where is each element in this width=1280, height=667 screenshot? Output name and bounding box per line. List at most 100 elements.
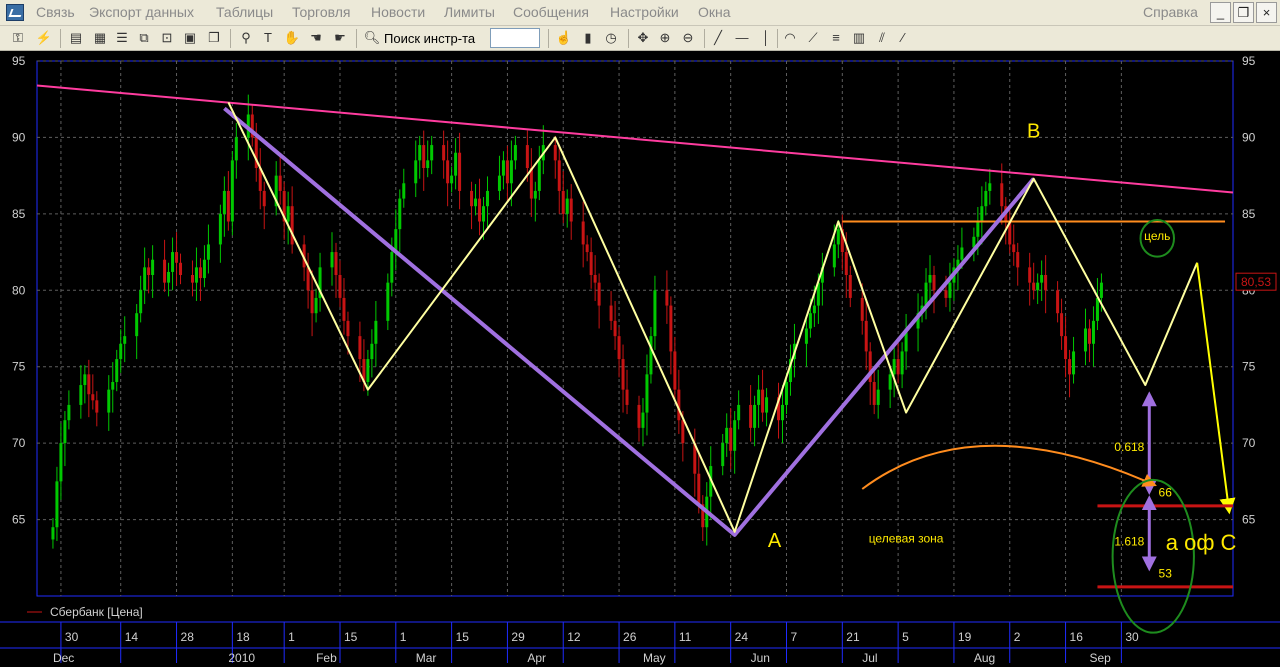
candle-down <box>1028 267 1032 283</box>
candle-down <box>342 297 346 321</box>
candle-down <box>597 282 601 306</box>
menu-item-help[interactable]: Справка <box>1143 4 1198 20</box>
close-button[interactable]: × <box>1256 2 1277 23</box>
grid-tool-icon[interactable]: ▥ <box>849 28 869 48</box>
fan-tool-icon[interactable]: ⟋ <box>803 28 823 48</box>
minimize-button[interactable]: _ <box>1210 2 1231 23</box>
candle-down <box>625 389 629 405</box>
toolbar-separator <box>548 29 549 48</box>
pin-icon[interactable]: ⚲ <box>236 28 256 48</box>
y-tick-label-left: 85 <box>12 207 26 221</box>
vline-tool-icon[interactable]: │ <box>756 28 776 48</box>
candle-down <box>470 190 474 207</box>
hand-pan-icon[interactable]: ☝ <box>554 28 574 48</box>
time-axis-day-label: 1 <box>400 630 407 644</box>
candle-up <box>366 359 370 382</box>
candle-down <box>581 221 585 245</box>
candle-up <box>832 244 836 268</box>
window-tile-icon[interactable]: ▣ <box>180 28 200 48</box>
candle-up <box>836 229 840 245</box>
clock-icon[interactable]: ◷ <box>601 28 621 48</box>
y-tick-label-left: 70 <box>12 436 26 450</box>
zoom-in-icon[interactable]: ⊕ <box>655 28 675 48</box>
line-tool-icon[interactable]: ╱ <box>708 28 728 48</box>
hline-tool-icon[interactable]: — <box>732 28 752 48</box>
chart-annotation: целевая зона <box>869 532 944 546</box>
candle-up <box>230 160 234 222</box>
candle-down <box>609 305 613 321</box>
line-tool-icon[interactable]: ⁄ <box>893 28 913 48</box>
channel-tool-icon[interactable]: ⫽ <box>872 28 892 48</box>
hand-icon[interactable]: ✋ <box>282 28 302 48</box>
candle-down <box>673 351 677 390</box>
search-input[interactable] <box>490 28 540 48</box>
candle-up <box>812 305 816 314</box>
layers-icon[interactable]: ⧉ <box>134 28 154 48</box>
y-tick-label-right: 70 <box>1242 436 1256 450</box>
candle-up <box>79 385 83 405</box>
text-tool-icon[interactable]: T <box>258 28 278 48</box>
menu-item-limits[interactable]: Лимиты <box>444 4 495 20</box>
y-tick-label-left: 75 <box>12 360 26 374</box>
candle-up <box>139 290 143 314</box>
menu-item-windows[interactable]: Окна <box>698 4 731 20</box>
arc-tool-icon[interactable]: ◠ <box>780 28 800 48</box>
candle-up <box>960 247 964 260</box>
candle-down <box>1056 290 1060 314</box>
candle-up <box>1040 275 1044 283</box>
candle-down <box>290 206 294 245</box>
hand-two-icon[interactable]: ☚ <box>306 28 326 48</box>
candle-up <box>55 481 59 528</box>
zoom-out-icon[interactable]: ⊖ <box>678 28 698 48</box>
search-label[interactable]: Поиск инстр-та <box>384 31 475 46</box>
unplug-icon[interactable]: ⚡ <box>34 28 54 48</box>
chart-edit-icon[interactable]: ▦ <box>90 28 110 48</box>
candle-up <box>784 382 788 405</box>
candle-down <box>91 394 95 401</box>
candle-down <box>198 267 202 279</box>
y-tick-label-left: 90 <box>12 130 26 144</box>
candle-down <box>593 275 597 283</box>
layers-icon[interactable]: ❐ <box>204 28 224 48</box>
menu-item-tables[interactable]: Таблицы <box>216 4 273 20</box>
chart-annotation: B <box>1027 120 1040 142</box>
zoom-window-icon[interactable]: ⊡ <box>157 28 177 48</box>
candle-up <box>988 183 992 191</box>
candle-down <box>1060 313 1064 337</box>
hand-three-icon[interactable]: ☛ <box>330 28 350 48</box>
candle-up <box>330 252 334 268</box>
bar-chart-icon[interactable]: ▮ <box>578 28 598 48</box>
time-axis-day-label: 26 <box>623 630 637 644</box>
candle-down <box>860 297 864 321</box>
candle-down <box>175 252 179 263</box>
search-icon[interactable]: 🔍︎ <box>362 28 382 48</box>
app-icon[interactable] <box>6 4 24 21</box>
candle-up <box>450 175 454 184</box>
candle-up <box>804 328 808 344</box>
table-icon[interactable]: ☰ <box>112 28 132 48</box>
time-axis-month-label: Jun <box>751 651 770 665</box>
candle-down <box>1016 252 1020 268</box>
fibo-tool-icon[interactable]: ≡ <box>826 28 846 48</box>
candle-up <box>1036 282 1040 291</box>
candle-up <box>218 213 222 245</box>
key-icon[interactable]: ⚿ <box>8 28 28 48</box>
candle-down <box>478 198 482 222</box>
time-axis-month-label: Mar <box>416 651 437 665</box>
menu-item-trading[interactable]: Торговля <box>292 4 350 20</box>
menu-item-messages[interactable]: Сообщения <box>513 4 589 20</box>
time-axis-day-label: 7 <box>790 630 797 644</box>
candle-up <box>976 221 980 237</box>
toolbar-separator <box>230 29 231 48</box>
menu-item-news[interactable]: Новости <box>371 4 425 20</box>
menu-item-settings[interactable]: Настройки <box>610 4 679 20</box>
price-chart[interactable]: 6565707075758080858590909595301428181151… <box>0 51 1280 667</box>
restore-button[interactable]: ❐ <box>1233 2 1254 23</box>
menu-item-connection[interactable]: Связь <box>36 4 75 20</box>
time-axis-day-label: 28 <box>181 630 195 644</box>
chart-window-icon[interactable]: ▤ <box>66 28 86 48</box>
menu-item-export[interactable]: Экспорт данных <box>89 4 194 20</box>
candle-up <box>948 282 952 298</box>
crosshair-icon[interactable]: ✥ <box>633 28 653 48</box>
candle-down <box>557 160 561 191</box>
